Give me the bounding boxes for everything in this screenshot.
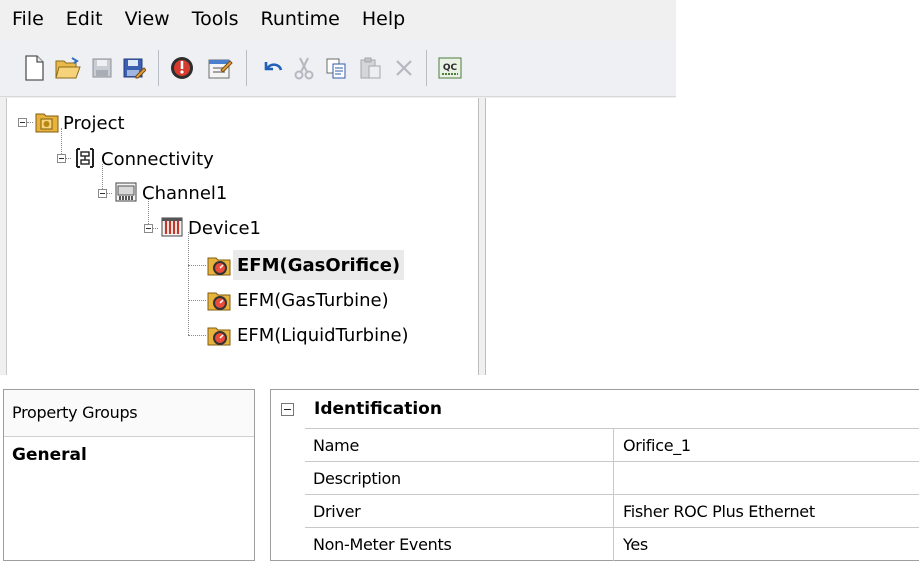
property-grid: Identification Name Orifice_1 Descriptio… bbox=[270, 389, 919, 561]
section-header-identification: Identification bbox=[271, 390, 919, 428]
tree-item-efm-gas-orifice[interactable]: EFM(GasOrifice) bbox=[233, 250, 405, 280]
connectivity-collapse-toggle[interactable] bbox=[57, 154, 66, 163]
grid-gutter bbox=[271, 428, 305, 560]
detail-pane bbox=[486, 98, 676, 375]
save-icon[interactable] bbox=[88, 54, 116, 82]
tree-item-connectivity[interactable]: Connectivity bbox=[101, 144, 214, 174]
tree-connector bbox=[188, 335, 206, 336]
toolbar: QC bbox=[0, 40, 676, 97]
property-groups-header: Property Groups bbox=[4, 390, 254, 437]
tree-connector bbox=[27, 122, 33, 123]
property-groups-panel: Property Groups General bbox=[3, 389, 255, 561]
toolbar-separator bbox=[246, 50, 247, 86]
menu-help[interactable]: Help bbox=[351, 0, 416, 38]
properties-icon[interactable] bbox=[206, 54, 234, 82]
property-value[interactable]: Orifice_1 bbox=[613, 429, 919, 462]
property-name: Driver bbox=[313, 502, 361, 521]
app-window: File Edit View Tools Runtime Help QC Pro… bbox=[0, 0, 676, 375]
property-row-description[interactable]: Description bbox=[305, 461, 919, 495]
property-value[interactable]: Yes bbox=[613, 528, 919, 561]
tree-item-efm-liquid-turbine[interactable]: EFM(LiquidTurbine) bbox=[237, 320, 409, 350]
copy-icon[interactable] bbox=[322, 54, 350, 82]
undo-icon[interactable] bbox=[258, 54, 286, 82]
paste-icon[interactable] bbox=[356, 54, 384, 82]
tree-item-channel[interactable]: Channel1 bbox=[142, 178, 227, 208]
tree-connector bbox=[188, 265, 206, 266]
property-value[interactable]: Fisher ROC Plus Ethernet bbox=[613, 495, 919, 528]
efm-meter-icon bbox=[207, 327, 231, 346]
menu-runtime[interactable]: Runtime bbox=[250, 0, 351, 38]
quick-client-icon[interactable]: QC bbox=[436, 54, 464, 82]
property-group-general[interactable]: General bbox=[4, 437, 254, 465]
device-collapse-toggle[interactable] bbox=[144, 224, 153, 233]
menu-file[interactable]: File bbox=[0, 0, 55, 38]
project-folder-icon bbox=[35, 113, 59, 133]
tree-item-label: Project bbox=[63, 112, 125, 134]
quick-client-label: QC bbox=[443, 63, 458, 73]
tree-item-efm-gas-turbine[interactable]: EFM(GasTurbine) bbox=[237, 285, 389, 315]
menu-tools[interactable]: Tools bbox=[181, 0, 250, 38]
new-icon[interactable] bbox=[20, 54, 48, 82]
open-folder-icon[interactable] bbox=[54, 54, 82, 82]
tree-item-device[interactable]: Device1 bbox=[188, 213, 261, 243]
tree-item-label: Connectivity bbox=[101, 148, 214, 170]
property-name: Description bbox=[313, 469, 401, 488]
property-row-name[interactable]: Name Orifice_1 bbox=[305, 428, 919, 462]
tree-item-label: EFM(LiquidTurbine) bbox=[237, 324, 409, 346]
efm-meter-icon bbox=[207, 292, 231, 311]
tree-item-label: EFM(GasTurbine) bbox=[237, 289, 389, 311]
runtime-connect-icon[interactable] bbox=[168, 54, 196, 82]
project-tree: Project Connectivity Channel1 Device1 EF… bbox=[6, 98, 479, 375]
property-value[interactable] bbox=[613, 462, 919, 495]
property-name: Non-Meter Events bbox=[313, 535, 452, 554]
toolbar-separator bbox=[158, 50, 159, 86]
channel-icon bbox=[115, 182, 137, 202]
menu-view[interactable]: View bbox=[114, 0, 181, 38]
section-collapse-toggle[interactable] bbox=[281, 402, 294, 416]
toolbar-separator bbox=[426, 50, 427, 86]
section-title: Identification bbox=[314, 399, 442, 419]
connectivity-icon bbox=[76, 148, 94, 168]
tree-connector bbox=[188, 232, 189, 335]
tree-item-label: Channel1 bbox=[142, 182, 228, 204]
menu-bar: File Edit View Tools Runtime Help bbox=[0, 0, 676, 38]
tree-item-label: EFM(GasOrifice) bbox=[237, 254, 401, 276]
property-row-non-meter-events[interactable]: Non-Meter Events Yes bbox=[305, 527, 919, 561]
pane-splitter[interactable] bbox=[478, 98, 486, 375]
device-icon bbox=[161, 217, 183, 237]
channel-collapse-toggle[interactable] bbox=[98, 189, 107, 198]
property-row-driver[interactable]: Driver Fisher ROC Plus Ethernet bbox=[305, 494, 919, 528]
tree-connector bbox=[188, 300, 206, 301]
efm-meter-icon bbox=[207, 257, 231, 276]
save-as-icon[interactable] bbox=[120, 54, 148, 82]
menu-edit[interactable]: Edit bbox=[55, 0, 114, 38]
property-name: Name bbox=[313, 436, 360, 455]
project-collapse-toggle[interactable] bbox=[18, 118, 27, 127]
tree-item-project[interactable]: Project bbox=[63, 108, 125, 138]
cut-icon[interactable] bbox=[290, 54, 318, 82]
tree-item-label: Device1 bbox=[188, 217, 262, 239]
delete-icon[interactable] bbox=[390, 54, 418, 82]
